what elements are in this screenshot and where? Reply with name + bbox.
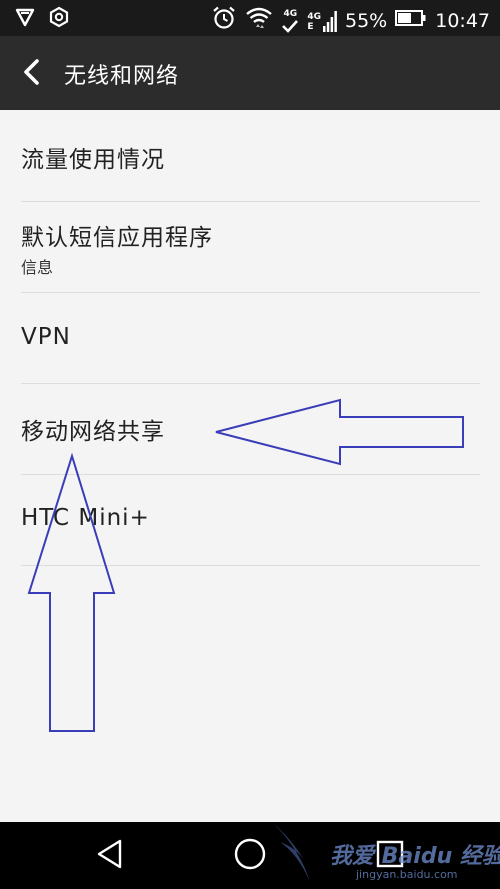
android-settings-screen: 4G 4G E 55% 10:47 无线和网络 流量使用情况 默认短信应用程序 … <box>0 0 500 889</box>
chevron-left-icon <box>21 58 43 90</box>
status-left-icons <box>14 6 70 32</box>
list-item-data-usage[interactable]: 流量使用情况 <box>21 110 480 202</box>
list-item-title: VPN <box>21 324 71 350</box>
watermark-main-text: 我爱 Baidu 经验 <box>330 844 500 869</box>
list-item-title: HTC Mini+ <box>21 505 150 531</box>
nav-back-button[interactable] <box>90 836 130 876</box>
back-button[interactable] <box>14 56 50 92</box>
app-bar: 无线和网络 <box>0 36 500 110</box>
back-triangle-icon <box>95 838 125 874</box>
nav-home-button[interactable] <box>230 836 270 876</box>
alarm-clock-icon <box>211 5 237 36</box>
clock-time: 10:47 <box>435 9 490 32</box>
list-item-vpn[interactable]: VPN <box>21 293 480 384</box>
battery-icon <box>395 9 427 32</box>
status-right-icons: 4G 4G E 55% 10:47 <box>211 5 490 36</box>
signal-4g-label: 4G <box>307 11 321 22</box>
signal-e-label: E <box>307 21 314 32</box>
list-item-title: 流量使用情况 <box>21 147 165 173</box>
network-4g-badge: 4G <box>281 9 299 33</box>
wifi-icon <box>245 5 273 36</box>
signal-icon: 4G E <box>307 10 337 32</box>
list-item-default-sms-app[interactable]: 默认短信应用程序 信息 <box>21 202 480 293</box>
watermark-sub-text: jingyan.baidu.com <box>356 868 458 881</box>
list-item-htc-mini[interactable]: HTC Mini+ <box>21 475 480 566</box>
vpn-shield-icon <box>14 6 36 32</box>
settings-badge-icon <box>48 6 70 32</box>
page-title: 无线和网络 <box>64 64 180 89</box>
list-item-subtitle: 信息 <box>21 258 54 277</box>
settings-list: 流量使用情况 默认短信应用程序 信息 VPN 移动网络共享 HTC Mini+ <box>0 110 500 566</box>
network-4g-label: 4G <box>283 8 298 19</box>
status-bar: 4G 4G E 55% 10:47 <box>0 0 500 36</box>
list-item-title: 默认短信应用程序 <box>21 225 213 251</box>
baidu-watermark: 我爱 Baidu 经验 jingyan.baidu.com <box>270 820 500 886</box>
battery-percent: 55% <box>345 9 388 32</box>
home-circle-icon <box>233 837 267 875</box>
list-item-mobile-hotspot[interactable]: 移动网络共享 <box>21 384 480 475</box>
list-item-title: 移动网络共享 <box>21 419 165 445</box>
